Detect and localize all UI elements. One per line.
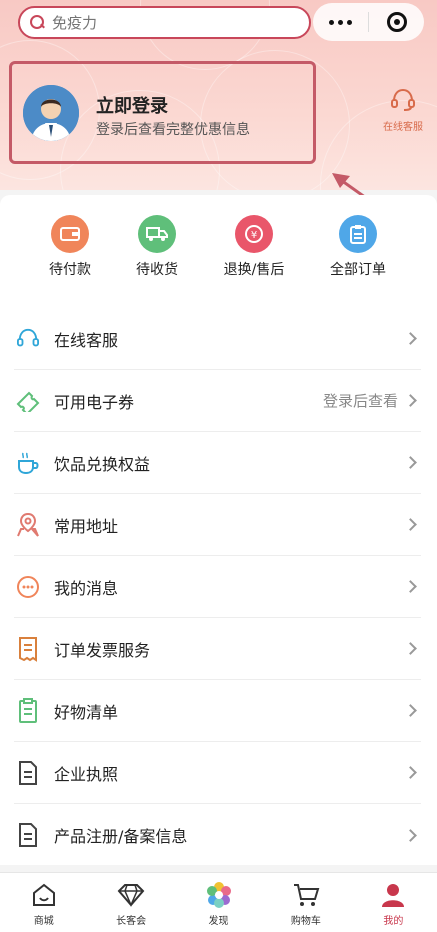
order-pending-payment[interactable]: 待付款 [30, 215, 110, 279]
login-subtitle: 登录后查看完整优惠信息 [96, 122, 250, 138]
headset-icon [391, 88, 415, 111]
menu-label: 在线客服 [54, 330, 119, 350]
ticket-icon [14, 387, 42, 415]
menu-label: 常用地址 [54, 516, 119, 536]
menu-label: 企业执照 [54, 764, 119, 784]
order-label: 待付款 [49, 262, 91, 278]
chevron-right-icon [404, 456, 417, 469]
cart-icon [292, 881, 320, 909]
clipboard-icon [339, 215, 377, 253]
menu-label: 可用电子券 [54, 392, 135, 412]
menu-label: 我的消息 [54, 578, 119, 598]
tab-discover[interactable]: 发现 [175, 873, 262, 932]
cup-icon [14, 449, 42, 477]
login-title[interactable]: 立即登录 [96, 92, 168, 118]
invoice-icon [14, 635, 42, 663]
chevron-right-icon [404, 766, 417, 779]
tab-mine[interactable]: 我的 [350, 873, 437, 932]
user-icon [379, 881, 407, 909]
document-icon [14, 759, 42, 787]
tab-cart[interactable]: 购物车 [262, 873, 349, 932]
more-options-button[interactable] [313, 19, 368, 25]
headset-icon [14, 325, 42, 353]
menu-label: 订单发票服务 [54, 640, 151, 660]
tab-mall[interactable]: 商城 [0, 873, 87, 932]
menu-coupons[interactable]: 可用电子券 登录后查看 [14, 370, 421, 432]
online-service-label: 在线客服 [383, 122, 423, 133]
menu-value: 登录后查看 [322, 392, 398, 410]
order-pending-receipt[interactable]: 待收货 [117, 215, 197, 279]
search-icon [30, 14, 46, 31]
message-icon [14, 573, 42, 601]
svg-text:¥: ¥ [251, 230, 257, 241]
order-all[interactable]: 全部订单 [318, 215, 398, 279]
home-icon [30, 881, 58, 909]
flower-icon [205, 881, 233, 909]
menu-business-license[interactable]: 企业执照 [14, 742, 421, 804]
chevron-right-icon [404, 828, 417, 842]
online-service-button[interactable]: 在线客服 [375, 88, 431, 133]
tab-label: 购物车 [290, 916, 321, 927]
menu-invoice[interactable]: 订单发票服务 [14, 618, 421, 680]
menu-online-service[interactable]: 在线客服 [14, 308, 421, 370]
menu-label: 饮品兑换权益 [54, 454, 151, 474]
truck-icon [138, 215, 176, 253]
chevron-right-icon [404, 642, 417, 655]
chevron-right-icon [404, 332, 417, 345]
tab-label: 长客会 [116, 916, 147, 927]
menu-wishlist[interactable]: 好物清单 [14, 680, 421, 742]
menu-drink-benefits[interactable]: 饮品兑换权益 [14, 432, 421, 494]
order-label: 全部订单 [330, 262, 386, 278]
location-icon [14, 511, 42, 539]
search-input[interactable] [52, 13, 292, 32]
document-icon [14, 821, 42, 849]
order-shortcuts: 待付款 待收货 ¥ 退换/售后 全部订单 [0, 215, 437, 285]
close-mini-program-button[interactable] [369, 12, 424, 32]
avatar[interactable] [23, 85, 79, 141]
tab-label: 我的 [383, 916, 404, 927]
menu-label: 产品注册/备案信息 [54, 827, 188, 846]
wallet-icon [51, 215, 89, 253]
menu-messages[interactable]: 我的消息 [14, 556, 421, 618]
order-label: 退换/售后 [223, 262, 285, 278]
chevron-right-icon [404, 518, 417, 531]
menu-product-registration[interactable]: 产品注册/备案信息 [14, 804, 421, 866]
tab-club[interactable]: 长客会 [87, 873, 174, 932]
menu-list: 在线客服 可用电子券 登录后查看 饮品兑换权益 常用地址 我的消息 订单发票服务… [14, 308, 421, 866]
chevron-right-icon [404, 580, 417, 593]
tab-label: 商城 [33, 916, 54, 927]
refund-icon: ¥ [235, 215, 273, 253]
chevron-right-icon [404, 394, 417, 407]
chevron-right-icon [404, 704, 417, 717]
order-label: 待收货 [136, 262, 178, 278]
order-refund[interactable]: ¥ 退换/售后 [214, 215, 294, 279]
checklist-icon [14, 697, 42, 725]
mini-program-capsule [313, 3, 424, 41]
diamond-icon [117, 881, 145, 909]
tab-label: 发现 [208, 916, 229, 927]
menu-label: 好物清单 [54, 702, 119, 722]
bottom-tab-bar: 商城 长客会 发现 购物车 我的 [0, 872, 437, 932]
search-bar[interactable] [18, 6, 311, 39]
menu-addresses[interactable]: 常用地址 [14, 494, 421, 556]
target-icon [386, 12, 407, 32]
